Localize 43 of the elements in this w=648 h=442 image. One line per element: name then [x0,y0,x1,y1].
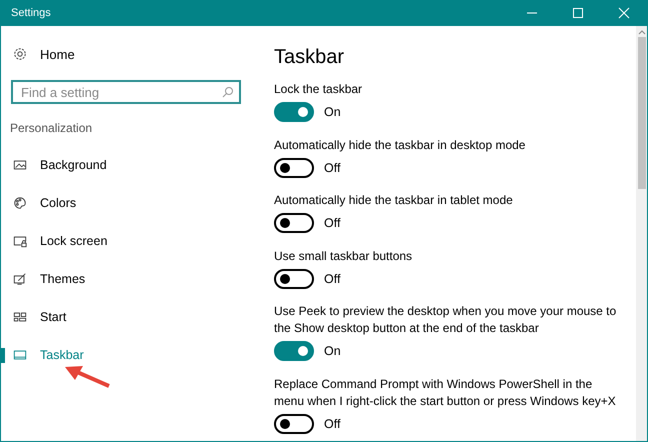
pointer-arrow [63,364,113,390]
toggle-switch[interactable] [274,268,314,288]
toggle-state: Off [324,416,340,430]
lock-screen-icon [13,234,27,248]
maximize-icon [572,7,584,19]
setting-label: Use Peek to preview the desktop when you move your mouse to the Show desktop button at the end of the taskbar [274,303,618,337]
toggle-switch[interactable] [274,213,314,233]
picture-icon [13,158,27,172]
page-title: Taskbar [274,46,346,70]
sidebar-item[interactable]: Start [1,298,263,336]
toggle-switch[interactable] [274,102,314,122]
toggle-switch[interactable] [274,341,314,361]
toggle-state: On [324,105,341,119]
search-field[interactable]: Find a setting [11,80,241,104]
sidebar-item[interactable]: Themes [1,260,263,298]
scrollbar[interactable] [636,26,647,441]
setting-label: Replace Command Prompt with Windows PowerShell in the menu when I right-click the start button or press Windows key+X [274,376,617,410]
search-icon [222,86,234,98]
sidebar-item[interactable]: Taskbar [1,336,263,374]
tiles-icon [13,310,27,324]
brush-icon [13,272,27,286]
toggle-state: Off [324,216,340,230]
window-title: Settings [10,7,52,19]
toggle-switch[interactable] [274,158,314,178]
settings-icon [13,47,27,61]
toggle-state: Off [324,160,340,174]
sidebar-item[interactable]: Lock screen [1,222,263,260]
setting-label: Use small taskbar buttons [274,248,414,264]
toggle-state: On [324,344,341,358]
sidebar-item[interactable]: Background [1,146,263,184]
home-item[interactable]: Home [1,42,263,66]
sidebar-item[interactable]: Colors [1,184,263,222]
scrollbar-thumb[interactable] [638,37,646,189]
setting-label: Automatically hide the taskbar in tablet mode [274,192,514,209]
palette-icon [13,196,27,210]
toggle-switch[interactable] [274,414,314,434]
toggle-state: Off [324,272,340,286]
scroll-up-icon [638,29,646,35]
setting-label: Automatically hide the taskbar in desktop mode [274,136,526,154]
section-heading: Personalization [9,121,94,137]
setting-label: Lock the taskbar [274,81,364,98]
close-icon [618,7,630,19]
taskbar-icon [13,348,27,362]
